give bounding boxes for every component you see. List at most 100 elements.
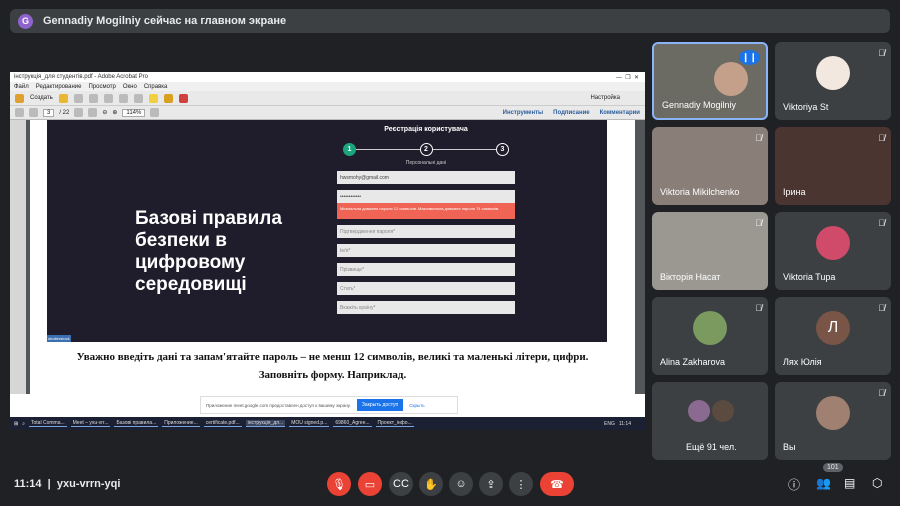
stepper: 1 2 3 [343,143,509,156]
mic-off-icon: 🎙̸ [878,218,885,228]
pdf-icon[interactable] [178,93,188,103]
participant-count: 101 [823,463,843,472]
caption-line-1: Уважно введіть дані та запам'ятайте паро… [76,351,589,363]
step-3: 3 [496,143,509,156]
taskbar-item[interactable]: Total Comma... [29,420,67,427]
menu-window[interactable]: Окно [123,84,137,90]
mic-off-icon: 🎙̸ [878,48,885,58]
end-call-button[interactable]: ☎ [540,472,574,496]
more-participants-label: Ещё 91 чел. [686,442,737,452]
avatar [816,56,850,90]
pdf-page: Базові правила безпеки в цифровому серед… [30,120,635,394]
mic-toggle-button[interactable]: 🎙 [327,472,351,496]
avatar [688,400,710,422]
slide-image: Базові правила безпеки в цифровому серед… [47,120,607,342]
save-icon[interactable] [73,93,83,103]
activities-icon[interactable]: ⬡ [872,476,882,490]
raise-hand-button[interactable]: ✋ [419,472,443,496]
step-2: 2 [419,143,433,156]
camera-toggle-button[interactable]: ▭ [358,472,382,496]
tools-link[interactable]: Инструменты [503,110,544,116]
participant-tile[interactable]: 🎙̸ Viktoria Mikilchenko [652,127,768,205]
comment-icon[interactable] [148,93,158,103]
bottom-bar: 11:14 | yxu-vrrn-yqi 🎙 ▭ CC ✋ ☺ ⇪ ⋮ ☎ ⓘ … [0,463,900,500]
participant-tile[interactable]: 🎙̸ Ірина [775,127,891,205]
zoom-input[interactable]: 114% [122,108,146,117]
hide-link[interactable]: Скрыть [409,403,424,408]
search-icon[interactable]: ⌕ [22,421,25,427]
menu-file[interactable]: Файл [14,84,29,90]
avatar [816,226,850,260]
captions-button[interactable]: CC [389,472,413,496]
window-controls[interactable]: — ❐ ✕ [616,74,645,81]
language-indicator[interactable]: ENG [604,421,615,427]
caption-line-2: Заповніть форму. Наприклад. [258,369,407,381]
fit-page-icon[interactable] [150,108,160,117]
stock-tag: shutterstock [47,335,71,342]
step-1: 1 [343,143,356,156]
self-tile[interactable]: 🎙̸ Вы [775,382,891,460]
notice-text: Приложение meet.google.com предоставлен … [206,402,351,408]
arrow-down-icon[interactable] [29,108,38,117]
menu-view[interactable]: Просмотр [88,84,115,90]
taskbar-item[interactable]: 69860_Agree... [333,420,372,427]
mic-off-icon: 🎙̸ [878,133,885,143]
confirm-password-field: Підтвердження пароля* [337,225,515,238]
comments-link[interactable]: Комментарии [600,110,640,116]
arrow-up-icon[interactable] [15,108,24,117]
form-title: Реєстрація користувача [384,126,468,133]
last-name-field: Прізвище* [337,263,515,276]
settings-dropdown[interactable]: Настройка [590,95,620,101]
page-input[interactable]: 3 [43,108,55,117]
menu-help[interactable]: Справка [144,84,168,90]
chat-icon[interactable]: ▤ [844,476,855,490]
participant-tile[interactable]: ❙❙ Gennadiy Mogilniy [652,42,768,120]
speaking-icon: ❙❙ [738,50,760,65]
open-icon[interactable] [58,93,68,103]
stamp-icon[interactable] [163,93,173,103]
taskbar-item[interactable]: Базові правила... [114,420,159,427]
more-options-button[interactable]: ⋮ [509,472,533,496]
taskbar-item[interactable]: Meet – yxu-vrr... [70,420,111,427]
participant-name: Alina Zakharova [660,357,726,367]
hand-tool-icon[interactable] [88,108,98,117]
country-field: Вкажіть країну* [337,301,515,314]
select-tool-icon[interactable] [74,108,84,117]
create-button[interactable]: Создать [30,95,53,101]
zoom-in-icon[interactable]: ⊕ [112,109,117,116]
participant-tile[interactable]: 🎙̸ Alina Zakharova [652,297,768,375]
taskbar-item[interactable]: Приложение... [162,420,200,427]
participant-name: Лях Юлія [783,357,822,367]
stop-sharing-button[interactable]: Закрыть доступ [356,399,404,411]
menu-edit[interactable]: Редактирование [36,84,82,90]
people-icon[interactable]: 👥 [816,476,831,490]
taskbar-item[interactable]: certificate.pdf... [203,420,242,427]
windows-start-icon[interactable]: ⊞ [14,421,18,427]
registration-form: Реєстрація користувача 1 2 3 Персональні… [337,126,515,320]
toolbar-main: Создать Настройка [10,91,645,106]
mic-off-icon: 🎙̸ [755,133,762,143]
edit-icon[interactable] [103,93,113,103]
participant-name: Viktoria Tupa [783,272,836,282]
print-icon[interactable] [88,93,98,103]
avatar: Л [816,311,850,345]
present-button[interactable]: ⇪ [479,472,503,496]
participant-tile[interactable]: 🎙̸ Вікторія Насат [652,212,768,290]
participant-tile[interactable]: 🎙̸ Viktoriya St [775,42,891,120]
sign-link[interactable]: Подписание [553,110,589,116]
gear-icon[interactable] [133,93,143,103]
more-participants-tile[interactable]: Ещё 91 чел. [652,382,768,460]
participant-name: Viktoriya St [783,102,829,112]
info-icon[interactable]: ⓘ [788,476,800,493]
taskbar-item[interactable]: Проект_інфо... [375,420,414,427]
taskbar-item[interactable]: MOU signed.p... [289,420,330,427]
emoji-button[interactable]: ☺ [449,472,473,496]
participant-tile[interactable]: Л 🎙̸ Лях Юлія [775,297,891,375]
email-field: hwsmohy@gmail.com [337,171,515,184]
zoom-out-icon[interactable]: ⊖ [102,109,107,116]
taskbar-item[interactable]: інструкція_дл... [245,420,286,427]
participant-tile[interactable]: 🎙̸ Viktoria Tupa [775,212,891,290]
mic-off-icon: 🎙̸ [755,218,762,228]
email-icon[interactable] [118,93,128,103]
window-titlebar: інструкція_для студентів.pdf - Adobe Acr… [10,72,645,82]
